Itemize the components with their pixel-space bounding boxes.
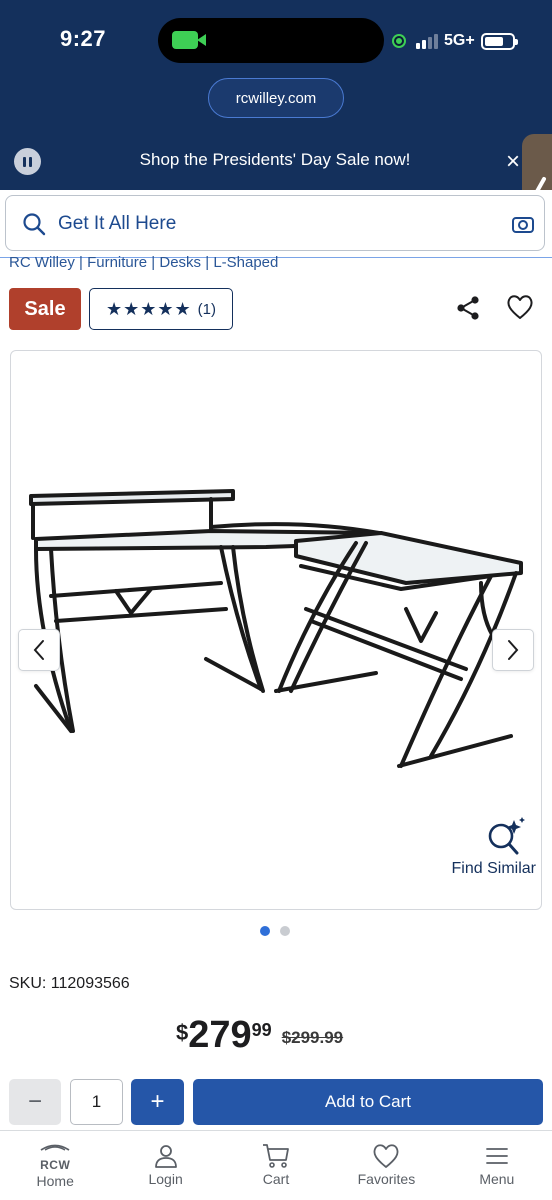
search-input[interactable]: Get It All Here	[5, 195, 545, 251]
chevron-right-icon	[508, 640, 519, 660]
nav-label: Login	[148, 1171, 183, 1187]
signal-strength-icon	[416, 33, 438, 49]
heart-icon	[373, 1144, 399, 1168]
quantity-input[interactable]: 1	[70, 1079, 123, 1125]
rating-count: (1)	[197, 300, 217, 318]
nav-label: Favorites	[357, 1171, 416, 1187]
promo-banner-text[interactable]: Shop the Presidents' Day Sale now!	[80, 150, 470, 170]
nav-home[interactable]: RCW Home	[0, 1131, 110, 1200]
find-similar-label: Find Similar	[451, 860, 536, 877]
search-icon	[23, 213, 46, 236]
previous-image-button[interactable]	[18, 629, 60, 671]
breadcrumb-item[interactable]: Furniture	[87, 256, 147, 271]
pagination-dot-active[interactable]	[260, 926, 270, 936]
user-icon	[154, 1145, 177, 1168]
sparkle-search-icon	[488, 817, 525, 855]
bottom-navigation: RCW Home Login Cart Favorites Menu	[0, 1130, 552, 1200]
camera-in-use-indicator-icon	[394, 36, 404, 46]
camera-search-icon[interactable]	[512, 214, 534, 234]
status-indicators: 5G+	[394, 30, 518, 52]
breadcrumb-item[interactable]: RC Willey	[9, 256, 75, 271]
hamburger-icon	[485, 1148, 508, 1164]
breadcrumb-item[interactable]: L-Shaped	[213, 256, 278, 271]
share-icon[interactable]	[454, 294, 482, 322]
nav-label: Cart	[262, 1171, 290, 1187]
dynamic-island	[158, 18, 384, 63]
nav-label: Menu	[479, 1171, 515, 1187]
star-rating-icon: ★★★★★	[105, 298, 192, 319]
url-bar[interactable]: rcwilley.com	[208, 78, 344, 118]
status-time: 9:27	[60, 26, 107, 51]
sale-badge: Sale	[9, 288, 81, 330]
browser-header: 9:27 5G+ rcwilley.com Shop the President…	[0, 0, 552, 190]
nav-label: Home	[36, 1173, 74, 1189]
next-image-button[interactable]	[492, 629, 534, 671]
nav-favorites[interactable]: Favorites	[331, 1131, 441, 1200]
nav-cart[interactable]: Cart	[221, 1131, 331, 1200]
chevron-left-icon	[33, 640, 44, 660]
search-placeholder: Get It All Here	[58, 213, 177, 234]
sku-text: SKU: 112093566	[9, 975, 130, 992]
rating-button[interactable]: ★★★★★ (1)	[89, 288, 233, 330]
quantity-increase-button[interactable]: +	[131, 1079, 184, 1125]
favorite-heart-icon[interactable]	[506, 294, 534, 320]
close-icon[interactable]: ×	[506, 150, 520, 174]
product-image-carousel[interactable]: Find Similar	[10, 350, 542, 910]
search-bar-container: Get It All Here	[0, 190, 552, 258]
quantity-decrease-button[interactable]: −	[9, 1079, 61, 1125]
cart-icon	[263, 1144, 289, 1168]
battery-icon	[480, 32, 518, 50]
breadcrumb: RC Willey | Furniture | Desks | L-Shaped	[9, 256, 279, 271]
sku: SKU: 112093566	[9, 975, 130, 993]
rcw-home-icon	[40, 1144, 70, 1151]
find-similar-button[interactable]: Find Similar	[431, 816, 536, 878]
carousel-pagination	[260, 926, 290, 936]
price-whole: 279	[188, 1014, 252, 1056]
price-currency: $	[176, 1020, 189, 1045]
price: $ 279 99 $299.99	[176, 1014, 343, 1056]
nav-login[interactable]: Login	[110, 1131, 220, 1200]
original-price: $299.99	[281, 1028, 344, 1047]
video-camera-icon	[172, 31, 206, 49]
nav-menu[interactable]: Menu	[442, 1131, 552, 1200]
pagination-dot[interactable]	[280, 926, 290, 936]
network-type: 5G+	[444, 32, 475, 49]
add-to-cart-button[interactable]: Add to Cart	[193, 1079, 543, 1125]
rcw-logo: RCW	[40, 1158, 71, 1172]
breadcrumb-item[interactable]: Desks	[159, 256, 201, 271]
price-cents: 99	[251, 1020, 272, 1040]
pause-promo-button[interactable]	[14, 148, 41, 175]
